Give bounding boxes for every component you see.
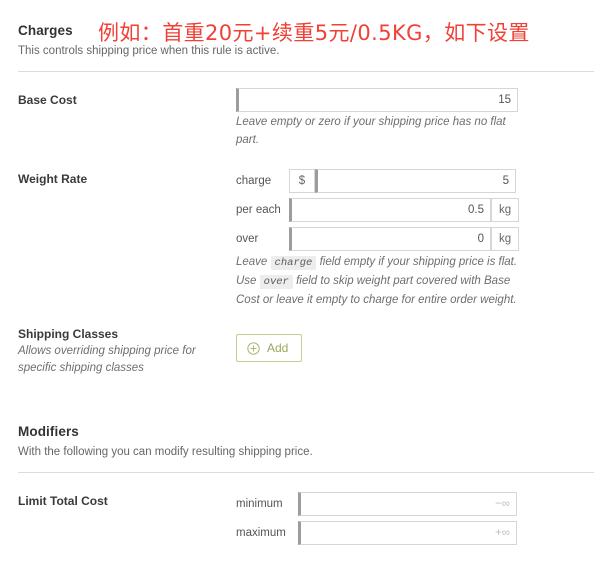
add-button-label: Add <box>267 341 289 355</box>
weight-rate-charge-input[interactable] <box>315 169 516 193</box>
over-unit-addon: kg <box>491 227 520 251</box>
charges-divider <box>18 71 594 72</box>
weight-rate-charge-row: charge $ <box>236 169 516 193</box>
plus-circle-icon <box>247 341 260 355</box>
limit-total-cost-label: Limit Total Cost <box>18 494 108 508</box>
limit-minimum-input[interactable] <box>298 492 517 516</box>
weight-rate-per-each-row: per each kg <box>236 198 520 222</box>
currency-addon: $ <box>289 169 315 193</box>
add-shipping-class-button[interactable]: Add <box>236 334 303 362</box>
over-code-token: over <box>259 275 293 289</box>
modifiers-section-header: Modifiers With the following you can mod… <box>18 424 313 458</box>
shipping-classes-description: Allows overriding shipping price for spe… <box>18 345 196 374</box>
shipping-rule-settings-page: Charges This controls shipping price whe… <box>0 0 600 576</box>
modifiers-title: Modifiers <box>18 424 79 439</box>
shipping-classes-label: Shipping Classes <box>18 327 119 341</box>
weight-rate-help-text: Leave charge field empty if your shippin… <box>236 253 521 309</box>
weight-rate-help-line1-post: field empty if your shipping price is fl… <box>319 256 518 268</box>
over-row-label: over <box>236 233 259 245</box>
weight-rate-help-line2-pre: Use <box>236 275 257 287</box>
weight-rate-over-input[interactable] <box>289 227 491 251</box>
charge-row-label: charge <box>236 175 272 187</box>
base-cost-input[interactable] <box>236 88 518 112</box>
limit-maximum-input[interactable] <box>298 521 517 545</box>
minimum-row-label: minimum <box>236 498 283 510</box>
chinese-annotation-note: 例如：首重20元+续重5元/0.5KG，如下设置 <box>98 21 530 45</box>
weight-rate-per-each-input[interactable] <box>289 198 491 222</box>
base-cost-label: Base Cost <box>18 93 77 107</box>
modifiers-divider <box>18 472 594 473</box>
maximum-row-label: maximum <box>236 527 286 539</box>
per-each-row-label: per each <box>236 204 281 216</box>
limit-maximum-row: maximum <box>236 521 517 545</box>
per-each-unit-addon: kg <box>491 198 520 222</box>
base-cost-help-text: Leave empty or zero if your shipping pri… <box>236 116 506 146</box>
weight-rate-over-row: over kg <box>236 227 520 251</box>
charge-code-token: charge <box>270 256 317 270</box>
weight-rate-help-line1-pre: Leave <box>236 256 268 268</box>
limit-minimum-row: minimum <box>236 492 517 516</box>
weight-rate-label: Weight Rate <box>18 172 88 186</box>
modifiers-subtitle: With the following you can modify result… <box>18 446 313 458</box>
